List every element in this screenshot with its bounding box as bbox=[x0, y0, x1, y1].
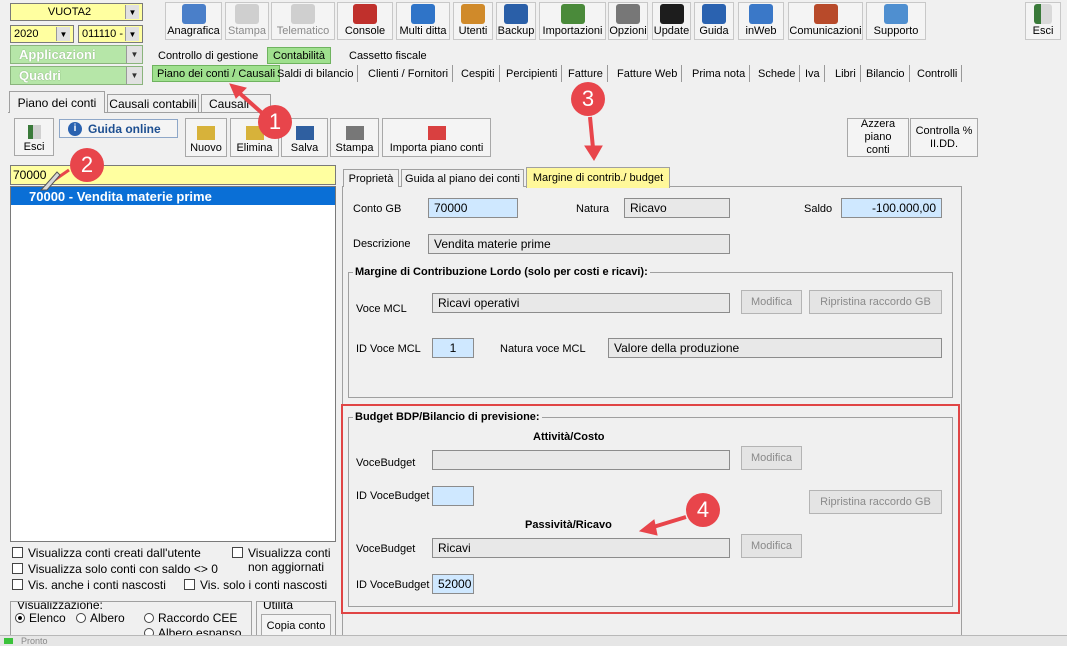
callout-number: 2 bbox=[80, 152, 94, 177]
callout-arrows bbox=[39, 83, 687, 536]
callout-1: 1 bbox=[258, 105, 292, 139]
status-bar: Pronto bbox=[0, 635, 1067, 646]
callout-number: 1 bbox=[268, 109, 282, 134]
arrowhead-3 bbox=[584, 145, 603, 161]
callout-number: 3 bbox=[581, 86, 595, 111]
status-text: Pronto bbox=[21, 636, 48, 646]
arrowhead-4 bbox=[638, 519, 658, 536]
callout-3: 3 bbox=[571, 82, 605, 116]
callout-2: 2 bbox=[70, 148, 104, 182]
arrow-3 bbox=[588, 116, 595, 149]
status-led-icon bbox=[4, 638, 13, 644]
callout-number: 4 bbox=[696, 497, 710, 522]
callout-4: 4 bbox=[686, 493, 720, 527]
pen-icon bbox=[39, 171, 61, 191]
